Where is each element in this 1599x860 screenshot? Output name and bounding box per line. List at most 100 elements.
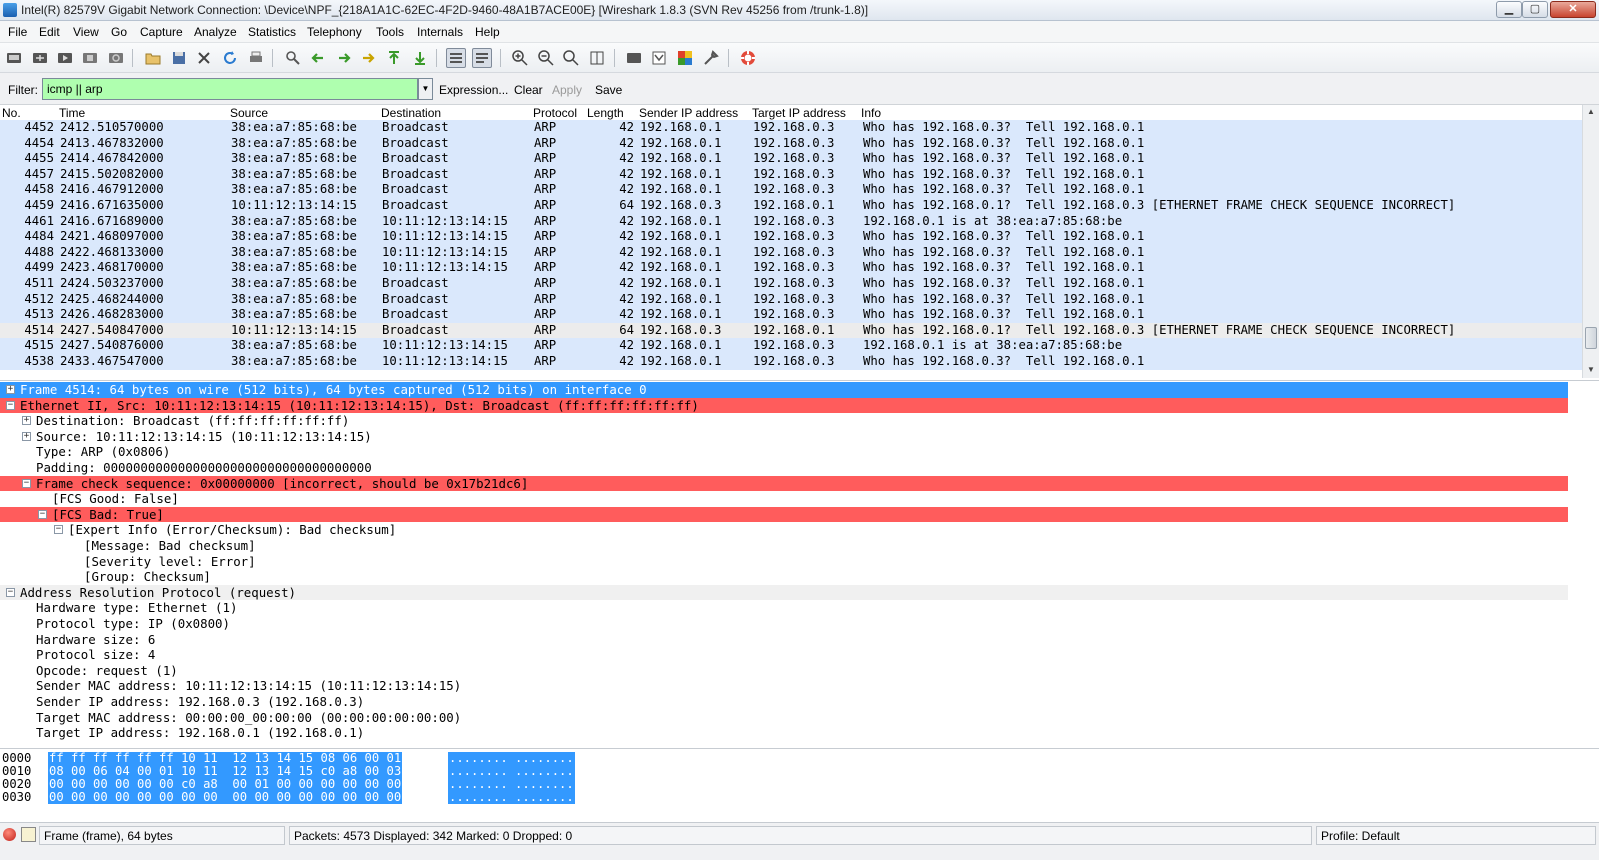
detail-tree-item[interactable]: Protocol size: 4 (0, 647, 1568, 663)
detail-tree-item[interactable]: + Destination: Broadcast (ff:ff:ff:ff:ff:… (0, 413, 1568, 429)
go-back-icon[interactable] (308, 48, 328, 68)
packet-row[interactable]: 4458 2416.467912000 38:ea:a7:85:68:be Broad… (0, 182, 1582, 198)
detail-tree-item[interactable]: [Message: Bad checksum] (0, 538, 1568, 554)
capture-comment-icon[interactable] (21, 827, 36, 842)
byte-hex[interactable]: 00 00 00 00 00 00 00 00 00 00 00 00 00 0… (48, 791, 403, 804)
options-icon[interactable] (30, 48, 50, 68)
capture-filters-icon[interactable] (624, 48, 644, 68)
packet-row[interactable]: 4515 2427.540876000 38:ea:a7:85:68:be 10:11… (0, 338, 1582, 354)
menu-edit[interactable]: Edit (39, 25, 60, 39)
collapse-icon[interactable]: − (54, 525, 63, 535)
detail-tree-item[interactable]: + Source: 10:11:12:13:14:15 (10:11:12:13:… (0, 429, 1568, 445)
detail-tree-item[interactable]: [Group: Checksum] (0, 569, 1568, 585)
detail-tree-item[interactable]: Sender MAC address: 10:11:12:13:14:15 (1… (0, 678, 1568, 694)
detail-tree-item[interactable]: − [FCS Bad: True] (0, 506, 1568, 523)
display-filters-icon[interactable] (649, 48, 669, 68)
save-file-icon[interactable] (169, 48, 189, 68)
column-header-time[interactable]: Time (59, 106, 85, 120)
packet-row[interactable]: 4461 2416.671689000 38:ea:a7:85:68:be 10:11… (0, 213, 1582, 230)
menu-help[interactable]: Help (475, 25, 500, 39)
detail-tree-item[interactable]: − Ethernet II, Src: 10:11:12:13:14:15 (10… (0, 397, 1568, 414)
filter-apply-button[interactable]: Apply (552, 83, 582, 97)
packet-row[interactable]: 4512 2425.468244000 38:ea:a7:85:68:be Broad… (0, 291, 1582, 308)
detail-tree-item[interactable]: Type: ARP (0x0806) (0, 444, 1568, 460)
detail-tree-item[interactable]: Sender IP address: 192.168.0.3 (192.168.… (0, 694, 1568, 710)
column-header-no[interactable]: No. (2, 106, 21, 120)
collapse-icon[interactable]: − (6, 400, 15, 410)
detail-tree-item[interactable]: Hardware type: Ethernet (1) (0, 600, 1568, 616)
column-header-info[interactable]: Info (861, 106, 881, 120)
packet-row[interactable]: 4484 2421.468097000 38:ea:a7:85:68:be 10:11… (0, 229, 1582, 245)
packet-row[interactable]: 4511 2424.503237000 38:ea:a7:85:68:be Broad… (0, 276, 1582, 292)
restart-capture-icon[interactable] (106, 48, 126, 68)
help-icon[interactable] (738, 48, 758, 68)
detail-tree-item[interactable]: Opcode: request (1) (0, 663, 1568, 679)
detail-tree-item[interactable]: − Address Resolution Protocol (request) (0, 584, 1568, 601)
scroll-up-icon[interactable]: ▲ (1586, 107, 1596, 116)
filter-dropdown-button[interactable]: ▼ (418, 78, 433, 100)
filter-save-button[interactable]: Save (595, 83, 622, 97)
go-to-packet-icon[interactable] (359, 48, 379, 68)
menu-internals[interactable]: Internals (417, 25, 463, 39)
collapse-icon[interactable]: − (38, 509, 47, 519)
menu-telephony[interactable]: Telephony (307, 25, 362, 39)
menu-statistics[interactable]: Statistics (248, 25, 296, 39)
column-header-protocol[interactable]: Protocol (533, 106, 577, 120)
column-header-length[interactable]: Length (587, 106, 624, 120)
packet-row[interactable]: 4514 2427.540847000 10:11:12:13:14:15 Broad… (0, 322, 1582, 339)
expand-icon[interactable]: + (22, 431, 31, 441)
column-header-source[interactable]: Source (230, 106, 268, 120)
packet-row[interactable]: 4488 2422.468133000 38:ea:a7:85:68:be 10:11… (0, 244, 1582, 261)
go-first-icon[interactable] (384, 48, 404, 68)
autoscroll-icon[interactable] (472, 48, 492, 68)
detail-tree-item[interactable]: [FCS Good: False] (0, 491, 1568, 507)
detail-tree-item[interactable]: Target IP address: 192.168.0.1 (192.168.… (0, 725, 1568, 741)
filter-clear-button[interactable]: Clear (514, 83, 543, 97)
display-filter-input[interactable]: icmp || arp (42, 78, 418, 100)
column-header-destination[interactable]: Destination (381, 106, 441, 120)
colorize-icon[interactable] (446, 48, 466, 68)
column-header-target-ip[interactable]: Target IP address (752, 106, 846, 120)
menu-file[interactable]: File (8, 25, 27, 39)
packet-row[interactable]: 4459 2416.671635000 10:11:12:13:14:15 Broad… (0, 198, 1582, 214)
zoom-out-icon[interactable] (536, 48, 556, 68)
scrollbar-thumb[interactable] (1585, 327, 1597, 349)
detail-tree-item[interactable]: − [Expert Info (Error/Checksum): Bad chec… (0, 522, 1568, 538)
zoom-in-icon[interactable] (510, 48, 530, 68)
start-capture-icon[interactable] (55, 48, 75, 68)
expert-info-icon[interactable] (3, 828, 16, 841)
column-header-sender-ip[interactable]: Sender IP address (639, 106, 738, 120)
expand-icon[interactable]: + (22, 416, 31, 426)
detail-tree-item[interactable]: Target MAC address: 00:00:00_00:00:00 (0… (0, 710, 1568, 726)
menu-view[interactable]: View (73, 25, 99, 39)
packet-row[interactable]: 4457 2415.502082000 38:ea:a7:85:68:be Broad… (0, 166, 1582, 183)
detail-tree-item[interactable]: − Frame check sequence: 0x00000000 [incor… (0, 475, 1568, 492)
detail-tree-item[interactable]: Protocol type: IP (0x0800) (0, 616, 1568, 632)
collapse-icon[interactable]: − (22, 478, 31, 488)
coloring-rules-icon[interactable] (675, 48, 695, 68)
status-profile[interactable]: Profile: Default (1316, 826, 1596, 845)
minimize-button[interactable]: ▁ (1496, 1, 1522, 18)
menu-capture[interactable]: Capture (140, 25, 183, 39)
menu-tools[interactable]: Tools (376, 25, 404, 39)
packet-row[interactable]: 4538 2433.467547000 38:ea:a7:85:68:be 10:11… (0, 354, 1582, 370)
print-icon[interactable] (246, 48, 266, 68)
expand-icon[interactable]: + (6, 385, 15, 394)
packet-row[interactable]: 4499 2423.468170000 38:ea:a7:85:68:be 10:11… (0, 260, 1582, 276)
byte-ascii[interactable]: ........ ........ (448, 791, 575, 804)
menu-analyze[interactable]: Analyze (194, 25, 237, 39)
close-button[interactable]: ✕ (1550, 1, 1596, 18)
detail-tree-item[interactable]: Padding: 0000000000000000000000000000000… (0, 460, 1568, 476)
interfaces-icon[interactable] (4, 48, 24, 68)
menu-go[interactable]: Go (111, 25, 127, 39)
packet-row[interactable]: 4455 2414.467842000 38:ea:a7:85:68:be Broad… (0, 151, 1582, 167)
close-file-icon[interactable] (194, 48, 214, 68)
stop-capture-icon[interactable] (80, 48, 100, 68)
go-forward-icon[interactable] (334, 48, 354, 68)
normal-size-icon[interactable] (561, 48, 581, 68)
preferences-icon[interactable] (701, 48, 721, 68)
detail-tree-item[interactable]: + Frame 4514: 64 bytes on wire (512 bits)… (0, 382, 1568, 398)
detail-tree-item[interactable]: [Severity level: Error] (0, 554, 1568, 570)
packet-list-scrollbar[interactable]: ▲ ▼ (1582, 105, 1599, 378)
packet-row[interactable]: 4454 2413.467832000 38:ea:a7:85:68:be Broad… (0, 135, 1582, 152)
